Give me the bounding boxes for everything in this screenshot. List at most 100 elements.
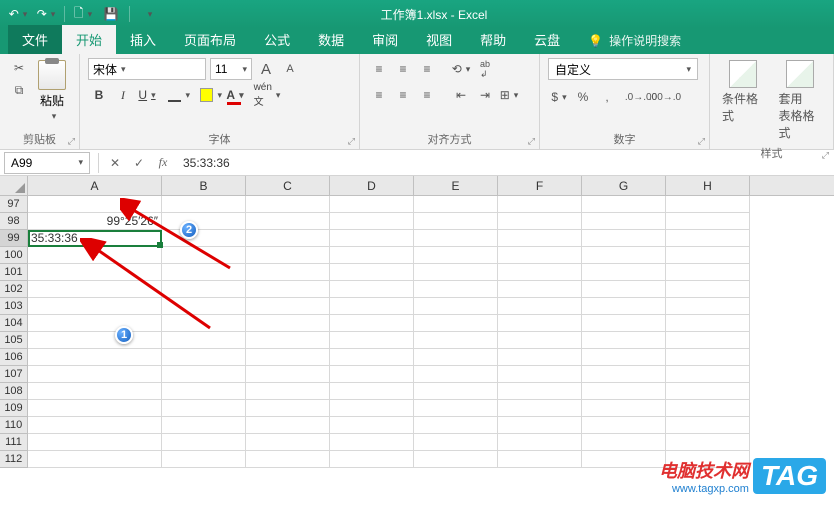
tab-review[interactable]: 审阅 — [358, 25, 412, 54]
cell-E97[interactable] — [414, 196, 498, 213]
cell-B108[interactable] — [162, 383, 246, 400]
cell-C110[interactable] — [246, 417, 330, 434]
col-header-B[interactable]: B — [162, 176, 246, 195]
conditional-format-button[interactable]: 条件格式 — [718, 58, 769, 143]
cell-C103[interactable] — [246, 298, 330, 315]
cell-A101[interactable] — [28, 264, 162, 281]
cell-E112[interactable] — [414, 451, 498, 468]
grow-font-button[interactable]: A — [256, 58, 276, 80]
name-box[interactable]: A99▾ — [4, 152, 90, 174]
cell-F107[interactable] — [498, 366, 582, 383]
cell-D103[interactable] — [330, 298, 414, 315]
cell-B99[interactable] — [162, 230, 246, 247]
cell-C100[interactable] — [246, 247, 330, 264]
cell-G103[interactable] — [582, 298, 666, 315]
cell-H110[interactable] — [666, 417, 750, 434]
tab-formulas[interactable]: 公式 — [250, 25, 304, 54]
cell-G101[interactable] — [582, 264, 666, 281]
cell-B110[interactable] — [162, 417, 246, 434]
cell-H106[interactable] — [666, 349, 750, 366]
cell-D99[interactable] — [330, 230, 414, 247]
number-format-combo[interactable]: 自定义▾ — [548, 58, 698, 80]
col-header-C[interactable]: C — [246, 176, 330, 195]
cell-A108[interactable] — [28, 383, 162, 400]
cell-C97[interactable] — [246, 196, 330, 213]
cell-H103[interactable] — [666, 298, 750, 315]
col-header-A[interactable]: A — [28, 176, 162, 195]
cell-A98[interactable]: 99°25′26″ — [28, 213, 162, 230]
row-header-105[interactable]: 105 — [0, 332, 28, 349]
cell-H98[interactable] — [666, 213, 750, 230]
format-table-button[interactable]: 套用 表格格式 — [775, 58, 826, 143]
cell-A106[interactable] — [28, 349, 162, 366]
cell-E107[interactable] — [414, 366, 498, 383]
tab-file[interactable]: 文件 — [8, 25, 62, 54]
cell-D112[interactable] — [330, 451, 414, 468]
cell-F103[interactable] — [498, 298, 582, 315]
currency-button[interactable]: $▾ — [548, 86, 570, 108]
cell-C108[interactable] — [246, 383, 330, 400]
cell-D110[interactable] — [330, 417, 414, 434]
cell-H109[interactable] — [666, 400, 750, 417]
cell-C109[interactable] — [246, 400, 330, 417]
border-button[interactable]: ▾ — [168, 84, 190, 106]
cell-G98[interactable] — [582, 213, 666, 230]
cell-H97[interactable] — [666, 196, 750, 213]
align-right[interactable]: ≡ — [416, 84, 438, 106]
cell-E98[interactable] — [414, 213, 498, 230]
underline-button[interactable]: U▾ — [136, 84, 158, 106]
cell-F112[interactable] — [498, 451, 582, 468]
row-header-110[interactable]: 110 — [0, 417, 28, 434]
align-top[interactable]: ≡ — [368, 58, 390, 80]
align-center[interactable]: ≡ — [392, 84, 414, 106]
cell-A99[interactable]: 35:33:36 — [28, 230, 162, 247]
cell-F104[interactable] — [498, 315, 582, 332]
cell-D97[interactable] — [330, 196, 414, 213]
row-header-107[interactable]: 107 — [0, 366, 28, 383]
cell-B104[interactable] — [162, 315, 246, 332]
cell-A100[interactable] — [28, 247, 162, 264]
cell-E110[interactable] — [414, 417, 498, 434]
row-header-99[interactable]: 99 — [0, 230, 28, 247]
merge-button[interactable]: ⊞▾ — [498, 84, 520, 106]
cell-A102[interactable] — [28, 281, 162, 298]
cell-E100[interactable] — [414, 247, 498, 264]
cell-C99[interactable] — [246, 230, 330, 247]
cell-H104[interactable] — [666, 315, 750, 332]
cell-A105[interactable] — [28, 332, 162, 349]
cell-G110[interactable] — [582, 417, 666, 434]
row-header-111[interactable]: 111 — [0, 434, 28, 451]
cell-C111[interactable] — [246, 434, 330, 451]
cell-F102[interactable] — [498, 281, 582, 298]
row-header-102[interactable]: 102 — [0, 281, 28, 298]
col-header-G[interactable]: G — [582, 176, 666, 195]
cell-E99[interactable] — [414, 230, 498, 247]
cell-A112[interactable] — [28, 451, 162, 468]
row-header-108[interactable]: 108 — [0, 383, 28, 400]
cell-B106[interactable] — [162, 349, 246, 366]
tab-home[interactable]: 开始 — [62, 25, 116, 54]
align-left[interactable]: ≡ — [368, 84, 390, 106]
cell-F101[interactable] — [498, 264, 582, 281]
cell-C98[interactable] — [246, 213, 330, 230]
indent-right[interactable]: ⇥ — [474, 84, 496, 106]
cell-B100[interactable] — [162, 247, 246, 264]
cell-C102[interactable] — [246, 281, 330, 298]
cell-A109[interactable] — [28, 400, 162, 417]
cell-H105[interactable] — [666, 332, 750, 349]
cell-G104[interactable] — [582, 315, 666, 332]
phonetic-button[interactable]: wén文▾ — [256, 84, 278, 106]
cell-B98[interactable] — [162, 213, 246, 230]
cell-E105[interactable] — [414, 332, 498, 349]
cell-D109[interactable] — [330, 400, 414, 417]
cell-C105[interactable] — [246, 332, 330, 349]
cell-G97[interactable] — [582, 196, 666, 213]
copy-button[interactable]: ⧉ — [8, 80, 30, 100]
cell-H102[interactable] — [666, 281, 750, 298]
cell-B101[interactable] — [162, 264, 246, 281]
cell-D107[interactable] — [330, 366, 414, 383]
cell-B111[interactable] — [162, 434, 246, 451]
tab-help[interactable]: 帮助 — [466, 25, 520, 54]
cell-B97[interactable] — [162, 196, 246, 213]
cell-A107[interactable] — [28, 366, 162, 383]
